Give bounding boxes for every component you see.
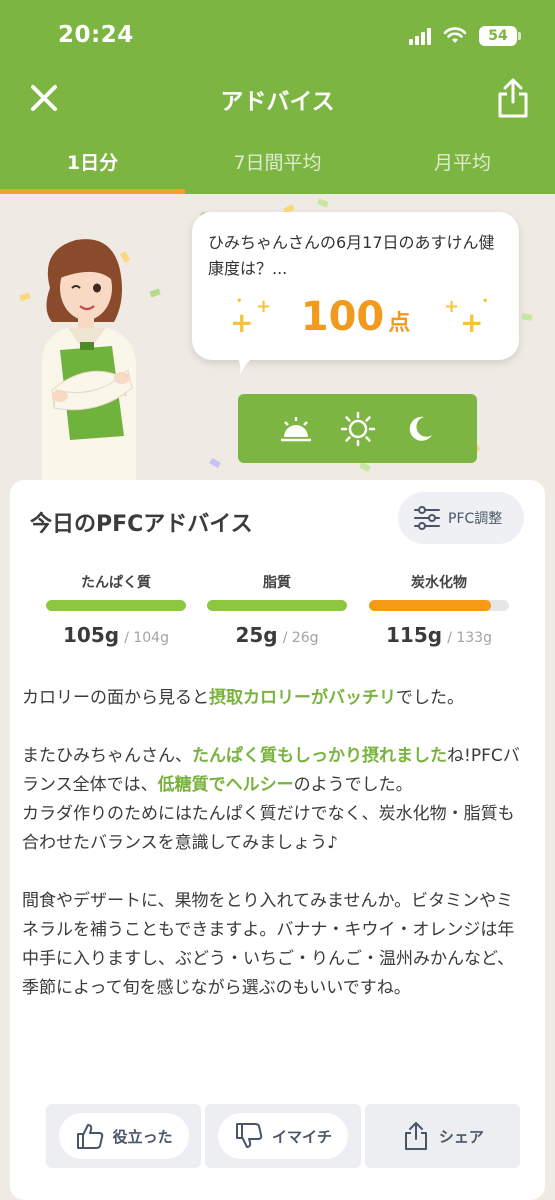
nutrient-target: / 133g	[447, 630, 492, 646]
tab-1day[interactable]: 1日分	[0, 138, 185, 194]
sunrise-icon[interactable]	[278, 411, 314, 447]
nutrient-value: 105g	[63, 623, 120, 647]
share-advice-button[interactable]: シェア	[364, 1104, 520, 1168]
time-of-day-switch	[238, 394, 477, 463]
nutrient-target: / 104g	[124, 630, 169, 646]
sparkle-icon: •	[236, 296, 243, 307]
feedback-bar: 役立った イマイチ シェア	[46, 1104, 520, 1168]
signal-icon	[409, 27, 431, 45]
moon-icon[interactable]	[402, 411, 438, 447]
meh-button[interactable]: イマイチ	[205, 1104, 361, 1168]
nutrient-bar	[46, 600, 186, 611]
pfc-adjust-button[interactable]: PFC調整	[398, 492, 524, 544]
advice-paragraph: カラダ作りのためにはたんぱく質だけでなく、炭水化物・脂質も合わせたバランスを意識…	[22, 804, 515, 853]
app-header: 20:24 54 アドバイス 1日分 7日間平均 月平均	[0, 0, 555, 194]
sparkle-icon: +	[256, 296, 272, 317]
nutrient-carbs: 炭水化物 115g / 133g	[369, 572, 509, 647]
nutrient-name: 炭水化物	[411, 575, 467, 591]
score-bubble: ひみちゃんさんの6月17日のあすけん健康度は？... 100 点 + + • + …	[192, 212, 519, 360]
sliders-icon	[414, 506, 440, 530]
bubble-tail	[234, 352, 258, 374]
status-bar: 20:24 54	[0, 0, 555, 70]
nutrient-name: たんぱく質	[81, 575, 151, 591]
meh-label: イマイチ	[271, 1127, 332, 1146]
nutrient-target: / 26g	[282, 630, 319, 646]
advice-highlight: たんぱく質もしっかり摂れました	[192, 746, 447, 766]
sparkle-icon: +	[230, 306, 254, 339]
sparkle-icon: +	[444, 296, 460, 317]
nutrient-fat: 脂質 25g / 26g	[207, 572, 347, 647]
thumbs-down-icon	[235, 1123, 263, 1148]
sparkle-icon: •	[482, 296, 489, 307]
nutrient-bar-fill	[369, 600, 491, 611]
confetti	[359, 462, 371, 472]
nutrient-value: 115g	[386, 623, 443, 647]
advice-paragraph: またひみちゃんさん、たんぱく質もしっかり摂れましたね!PFCバランス全体では、低…	[22, 746, 520, 795]
share-icon[interactable]	[495, 76, 531, 120]
score-value: 100	[300, 294, 385, 340]
useful-button[interactable]: 役立った	[46, 1104, 202, 1168]
advice-highlight: 摂取カロリーがバッチリ	[209, 688, 396, 708]
thumbs-up-icon	[76, 1124, 103, 1149]
confetti	[209, 457, 221, 469]
nutrient-bar	[207, 600, 347, 611]
wifi-icon	[443, 27, 467, 43]
card-title: 今日のPFCアドバイス	[30, 512, 253, 537]
tab-monthly-average[interactable]: 月平均	[370, 138, 555, 194]
score-question: ひみちゃんさんの6月17日のあすけん健康度は？...	[208, 233, 495, 278]
advisor-character-image	[42, 239, 136, 480]
nutrient-value: 25g	[235, 623, 278, 647]
pfc-advice-card: 今日のPFCアドバイス PFC調整 たんぱく質 105g / 104g 脂質 2…	[10, 480, 545, 1200]
period-tabs: 1日分 7日間平均 月平均	[0, 138, 555, 194]
nutrient-name: 脂質	[263, 575, 291, 591]
nutrient-bar-fill	[207, 600, 347, 611]
useful-label: 役立った	[112, 1127, 173, 1146]
sun-icon[interactable]	[340, 411, 376, 447]
nutrient-bar	[369, 600, 509, 611]
status-time: 20:24	[58, 22, 134, 48]
pfc-adjust-label: PFC調整	[448, 511, 503, 527]
status-icons: 54	[409, 26, 521, 46]
advice-highlight: 低糖質でヘルシー	[157, 775, 294, 795]
nutrient-bar-fill	[46, 600, 186, 611]
score-unit: 点	[388, 311, 411, 336]
score-hero: ひみちゃんさんの6月17日のあすけん健康度は？... 100 点 + + • + …	[0, 194, 555, 484]
nutrient-protein: たんぱく質 105g / 104g	[46, 572, 186, 647]
advice-paragraph: カロリーの面から見ると摂取カロリーがバッチリでした。	[22, 688, 464, 708]
tab-7day-average[interactable]: 7日間平均	[185, 138, 370, 194]
advice-paragraph: 間食やデザートに、果物をとり入れてみませんか。ビタミンやミネラルを補うこともでき…	[22, 891, 515, 998]
advice-text: カロリーの面から見ると摂取カロリーがバッチリでした。 またひみちゃんさん、たんぱ…	[22, 684, 530, 1003]
page-title: アドバイス	[220, 89, 335, 115]
share-icon	[404, 1122, 427, 1150]
sparkle-icon: +	[460, 306, 484, 339]
confetti	[317, 198, 329, 208]
share-label: シェア	[438, 1127, 484, 1146]
confetti	[521, 313, 533, 321]
battery-icon: 54	[479, 26, 521, 46]
